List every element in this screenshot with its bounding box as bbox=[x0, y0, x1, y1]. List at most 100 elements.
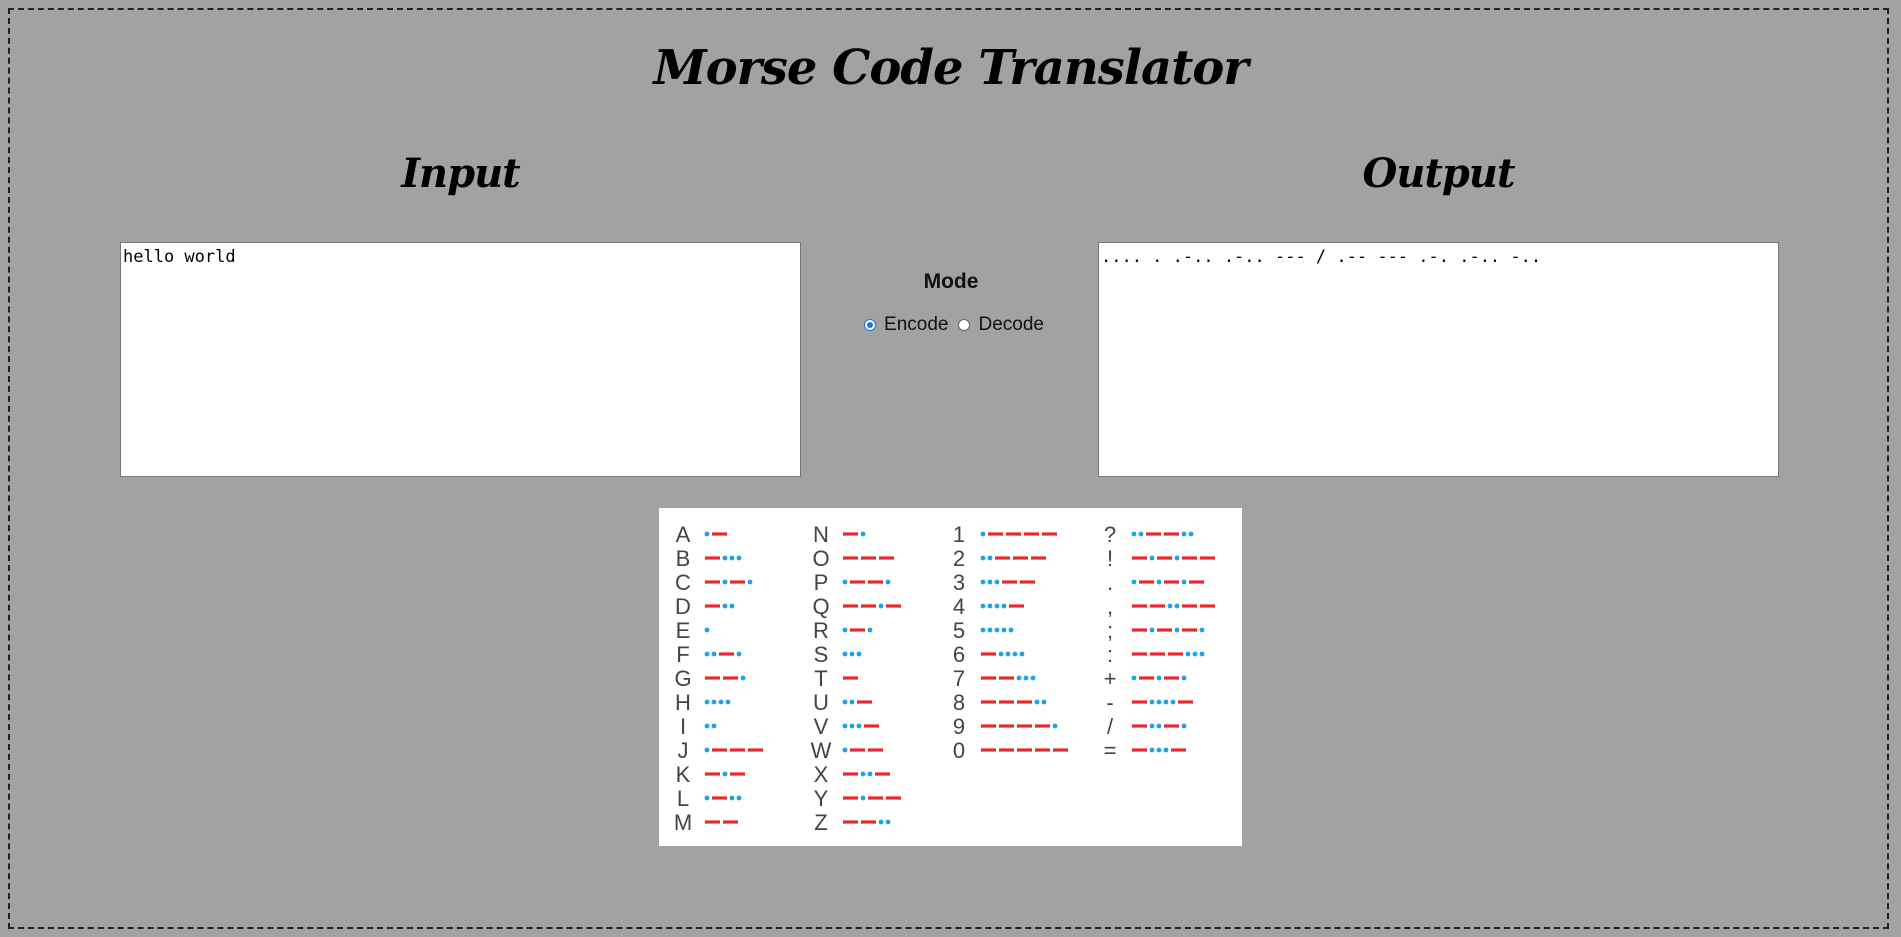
morse-dash bbox=[843, 556, 858, 560]
morse-dash bbox=[861, 556, 876, 560]
decode-label[interactable]: Decode bbox=[978, 314, 1044, 336]
morse-dash bbox=[1132, 628, 1147, 632]
morse-dot bbox=[1149, 747, 1155, 753]
morse-dot bbox=[987, 555, 993, 561]
morse-dot bbox=[1163, 699, 1169, 705]
morse-dash bbox=[886, 796, 901, 800]
morse-dash bbox=[995, 556, 1010, 560]
morse-char: = bbox=[1104, 738, 1117, 763]
morse-dot bbox=[878, 819, 884, 825]
morse-dot bbox=[1181, 531, 1187, 537]
morse-dot bbox=[980, 579, 986, 585]
morse-dash bbox=[1168, 652, 1183, 656]
morse-char: : bbox=[1107, 642, 1113, 667]
morse-dot bbox=[729, 603, 735, 609]
morse-dot bbox=[1181, 675, 1187, 681]
morse-dot bbox=[1001, 627, 1007, 633]
morse-dot bbox=[740, 675, 746, 681]
morse-dash bbox=[1139, 580, 1154, 584]
input-textarea[interactable] bbox=[120, 242, 801, 477]
morse-dash bbox=[1132, 748, 1147, 752]
morse-dot bbox=[704, 651, 710, 657]
morse-dash bbox=[1013, 556, 1028, 560]
morse-dot bbox=[1016, 675, 1022, 681]
morse-dash bbox=[857, 700, 872, 704]
morse-dash bbox=[1132, 652, 1147, 656]
encode-label[interactable]: Encode bbox=[884, 314, 948, 336]
morse-dash bbox=[712, 796, 727, 800]
morse-entry: 2 bbox=[953, 546, 1046, 571]
morse-dot bbox=[860, 531, 866, 537]
morse-dot bbox=[1030, 675, 1036, 681]
morse-char: N bbox=[813, 522, 829, 547]
morse-dash bbox=[1182, 604, 1197, 608]
morse-char: D bbox=[675, 594, 691, 619]
morse-dash bbox=[1164, 580, 1179, 584]
morse-char: M bbox=[674, 810, 692, 835]
morse-char: + bbox=[1104, 666, 1117, 691]
morse-dot bbox=[849, 723, 855, 729]
morse-entry: 8 bbox=[953, 690, 1047, 715]
morse-entry: 6 bbox=[953, 642, 1025, 667]
morse-dash bbox=[868, 796, 883, 800]
morse-dash bbox=[748, 748, 763, 752]
morse-char: X bbox=[814, 762, 829, 787]
morse-dot bbox=[885, 819, 891, 825]
morse-char: K bbox=[676, 762, 691, 787]
morse-char: B bbox=[676, 546, 691, 571]
output-textarea[interactable] bbox=[1098, 242, 1779, 477]
mode-selector: Mode Encode Decode bbox=[836, 270, 1066, 336]
morse-dot bbox=[842, 723, 848, 729]
morse-dot bbox=[736, 651, 742, 657]
morse-dash bbox=[1146, 532, 1161, 536]
morse-char: P bbox=[814, 570, 829, 595]
morse-char: U bbox=[813, 690, 829, 715]
morse-dash bbox=[988, 532, 1003, 536]
morse-dash bbox=[705, 676, 720, 680]
morse-char: 6 bbox=[953, 642, 965, 667]
encode-radio[interactable] bbox=[864, 319, 877, 331]
morse-dot bbox=[842, 579, 848, 585]
morse-dash bbox=[1171, 748, 1186, 752]
morse-entry: P bbox=[814, 570, 891, 595]
morse-char: 0 bbox=[953, 738, 965, 763]
morse-dot bbox=[747, 579, 753, 585]
morse-dot bbox=[994, 627, 1000, 633]
morse-entry: R bbox=[813, 618, 873, 643]
morse-dot bbox=[1149, 555, 1155, 561]
morse-entry: 5 bbox=[953, 618, 1014, 643]
morse-dash bbox=[730, 580, 745, 584]
morse-entry: C bbox=[675, 570, 753, 595]
morse-dot bbox=[711, 651, 717, 657]
morse-dash bbox=[723, 820, 738, 824]
page-title: Morse Code Translator bbox=[653, 40, 1248, 96]
morse-dot bbox=[736, 555, 742, 561]
morse-char: R bbox=[813, 618, 829, 643]
morse-dot bbox=[1170, 699, 1176, 705]
morse-dot bbox=[1167, 603, 1173, 609]
morse-entry: L bbox=[677, 786, 742, 811]
morse-char: L bbox=[677, 786, 689, 811]
morse-dot bbox=[856, 651, 862, 657]
morse-char: 7 bbox=[953, 666, 965, 691]
morse-dash bbox=[1164, 724, 1179, 728]
morse-code-chart: A B C D E F G H I J K L M N O P Q R S T U V W X Y Z 1 2 3 4 5 6 7 8 9 0?!.,… bbox=[659, 508, 1242, 846]
morse-entry: . bbox=[1107, 570, 1204, 595]
morse-dash bbox=[981, 652, 996, 656]
morse-dash bbox=[1139, 676, 1154, 680]
morse-entry: G bbox=[674, 666, 746, 691]
morse-dot bbox=[1192, 651, 1198, 657]
decode-radio[interactable] bbox=[958, 319, 971, 331]
morse-chart-svg: ABCDEFGHIJKLM NOPQRSTUVWXYZ 1234567890?!.,… bbox=[674, 522, 1215, 835]
morse-dot bbox=[980, 603, 986, 609]
morse-char: G bbox=[674, 666, 691, 691]
morse-entry: ? bbox=[1104, 522, 1194, 547]
morse-dot bbox=[725, 699, 731, 705]
morse-dot bbox=[704, 699, 710, 705]
morse-char: W bbox=[811, 738, 832, 763]
morse-char: T bbox=[814, 666, 827, 691]
morse-dot bbox=[1041, 699, 1047, 705]
morse-dash bbox=[730, 748, 745, 752]
morse-dot bbox=[729, 795, 735, 801]
morse-dot bbox=[729, 555, 735, 561]
